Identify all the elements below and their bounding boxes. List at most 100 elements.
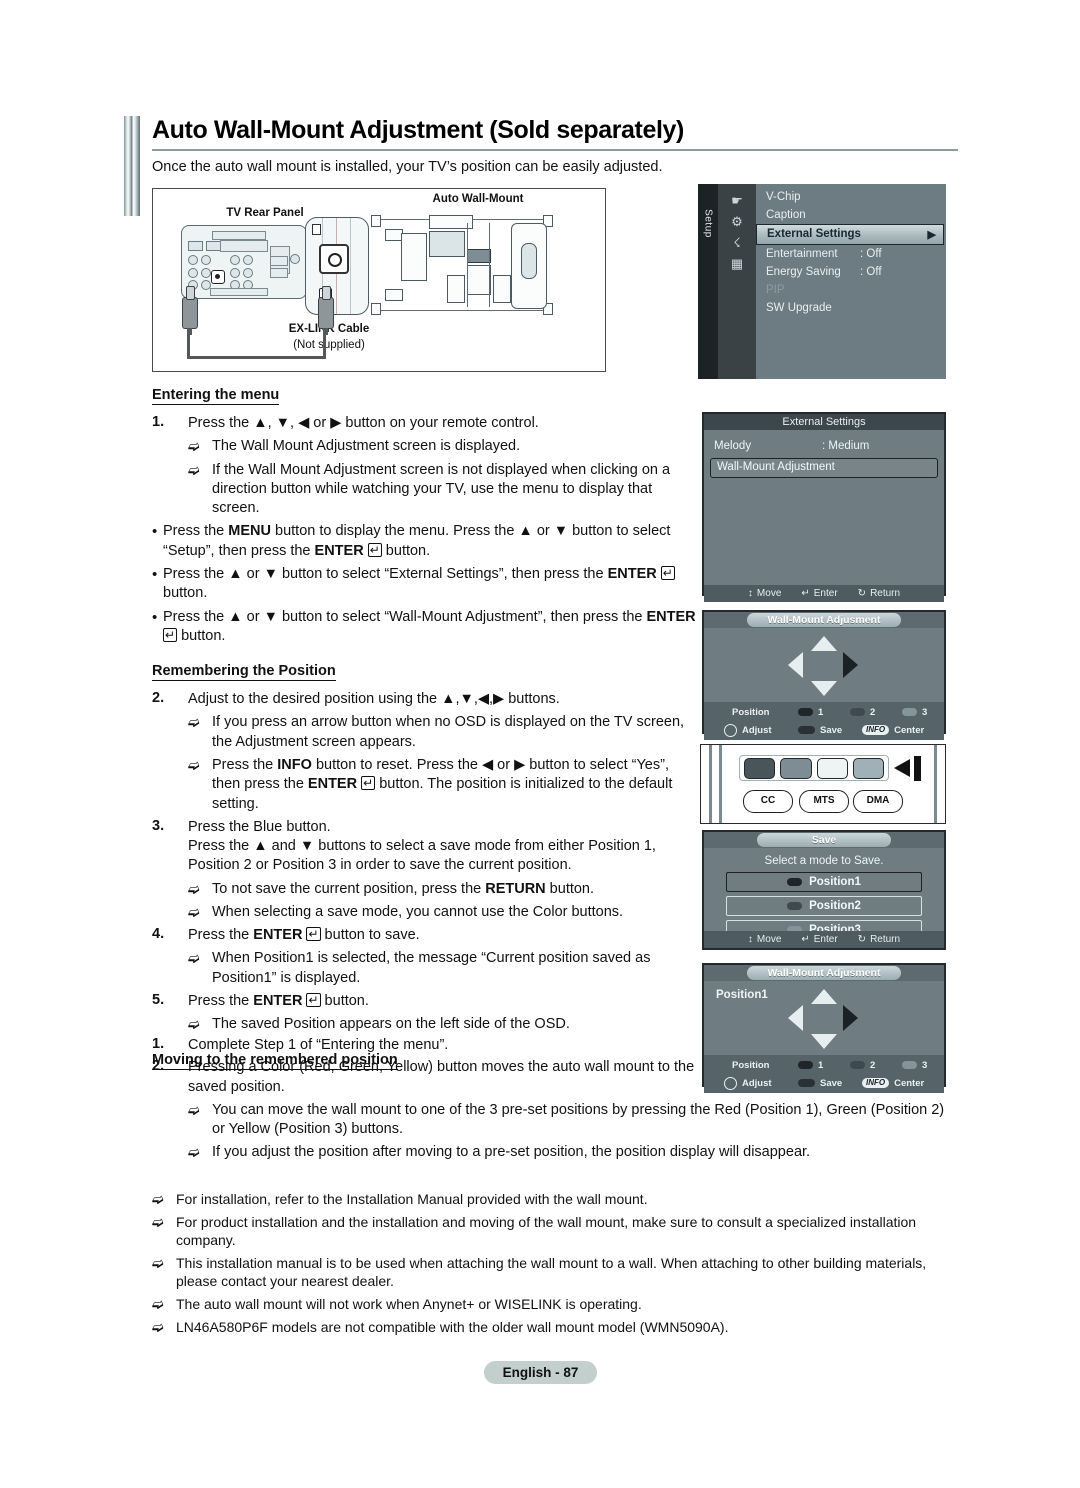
legend-position-2[interactable]: 2: [850, 707, 875, 718]
note-text: To not save the current position, press …: [212, 880, 595, 897]
green-color-button[interactable]: [780, 757, 812, 779]
legend-adjust: Adjust: [724, 723, 772, 737]
page-title: Auto Wall-Mount Adjustment (Sold separat…: [152, 116, 684, 144]
row-wall-mount-adjustment[interactable]: Wall-Mount Adjustment: [710, 458, 938, 478]
legend-position-1[interactable]: 1: [798, 707, 823, 718]
legend-save[interactable]: Save: [798, 1078, 842, 1089]
legend-position-1[interactable]: 1: [798, 1060, 823, 1071]
note-text: If the Wall Mount Adjustment screen is n…: [212, 461, 671, 517]
dot-bullet-icon: •: [152, 608, 158, 626]
dpad-adjust-icon: [724, 723, 737, 737]
osd-legend: Position 1 2 3 Adjust Save INFO Center: [704, 1055, 944, 1093]
note-item: ➫ LN46A580P6F models are not compatible …: [152, 1318, 964, 1337]
ex-link-cable-sublabel: (Not supplied): [293, 339, 365, 351]
legend-position-3[interactable]: 3: [902, 707, 927, 718]
arrow-bullet-icon: ➫: [188, 1101, 200, 1118]
osd-footer: ↕ Move ↵ Enter ↻ Return: [704, 931, 944, 948]
menu-item-caption[interactable]: Caption: [756, 206, 946, 224]
cc-button[interactable]: CC: [743, 790, 793, 813]
dma-button[interactable]: DMA: [853, 790, 903, 813]
heading-remembering-the-position: Remembering the Position: [152, 663, 336, 682]
arrow-right-icon[interactable]: [843, 1005, 858, 1031]
step-number: 2.: [152, 690, 165, 707]
menu-item-sw-upgrade[interactable]: SW Upgrade: [756, 299, 946, 317]
arrow-down-icon[interactable]: [811, 1034, 837, 1049]
legend-position-3[interactable]: 3: [902, 1060, 927, 1071]
dot-bullet-icon: •: [152, 565, 158, 583]
save-option-position2[interactable]: Position2: [726, 896, 922, 916]
red-color-button[interactable]: [744, 757, 776, 779]
heading-entering-the-menu: Entering the menu: [152, 387, 280, 405]
info-button-icon: INFO: [862, 725, 890, 735]
arrow-down-icon[interactable]: [811, 681, 837, 696]
decorative-edge-bar: [124, 116, 140, 216]
arrow-right-icon[interactable]: [843, 652, 858, 678]
legend-center[interactable]: INFO Center: [862, 1078, 924, 1089]
menu-item-entertainment[interactable]: Entertainment : Off: [756, 245, 946, 263]
menu-item-label: External Settings: [767, 228, 861, 240]
ex-link-port-icon: [211, 270, 225, 284]
cable-segment-right: [323, 334, 326, 358]
legend-save[interactable]: Save: [798, 725, 842, 736]
page-number-badge: English - 87: [484, 1361, 597, 1384]
menu-item-external-settings[interactable]: External Settings ▶: [756, 224, 944, 245]
note-text: This installation manual is to be used w…: [176, 1254, 927, 1290]
dpad-graphic: Position1: [704, 981, 944, 1055]
wall-mount-plate-graphic: [305, 217, 369, 315]
step-text-line-1: Press the Blue button.: [188, 818, 331, 835]
bullet-item: • Press the ▲ or ▼ button to select “Wal…: [152, 608, 698, 647]
legend-position-3-label: 3: [922, 706, 928, 718]
arrow-bullet-icon: ➫: [188, 714, 200, 731]
step-1-entering: 1. Press the ▲, ▼, ◀ or ▶ button on your…: [152, 414, 698, 433]
osd-title: Wall-Mount Adjusment: [747, 613, 901, 627]
legend-row-actions: Adjust Save INFO Center: [704, 1074, 944, 1092]
cable-plug-right: [318, 286, 334, 335]
legend-row-position: Position 1 2 3: [704, 703, 944, 721]
menu-item-value: : Off: [860, 248, 882, 260]
bullet-item: • Press the MENU button to display the m…: [152, 522, 698, 561]
footer-return-label: Return: [870, 934, 901, 945]
enter-icon: ↵: [801, 934, 810, 945]
footer-move: ↕ Move: [748, 588, 781, 599]
step-4-remembering: 4. Press the ENTER ↵ button to save.: [152, 926, 698, 945]
bullet-text: Press the MENU button to display the men…: [163, 523, 671, 559]
arrow-left-icon[interactable]: [788, 1005, 803, 1031]
arrow-left-icon[interactable]: [788, 652, 803, 678]
note-item: ➫ The auto wall mount will not work when…: [152, 1295, 964, 1314]
footer-enter: ↵ Enter: [801, 934, 837, 945]
menu-item-v-chip[interactable]: V-Chip: [756, 188, 946, 206]
step-text-line-2: Press the ▲ and ▼ buttons to select a sa…: [188, 838, 656, 874]
remote-hand-icon: ☛: [731, 193, 743, 208]
yellow-color-button[interactable]: [816, 757, 848, 779]
note-item: ➫ When selecting a save mode, you cannot…: [188, 903, 698, 922]
menu-item-energy-saving[interactable]: Energy Saving : Off: [756, 263, 946, 281]
legend-row-position: Position 1 2 3: [704, 1056, 944, 1074]
note-text: If you press an arrow button when no OSD…: [212, 714, 685, 750]
row-melody[interactable]: Melody : Medium: [704, 436, 944, 456]
wall-mount-hub-icon: [319, 244, 349, 274]
return-icon: ↻: [857, 934, 867, 945]
gear-icon: ⚙: [731, 214, 743, 229]
legend-row-actions: Adjust Save INFO Center: [704, 721, 944, 739]
arrow-bullet-icon: ➫: [188, 1144, 200, 1161]
menu-item-pip: PIP: [756, 281, 946, 299]
legend-center[interactable]: INFO Center: [862, 725, 924, 736]
arrow-up-icon[interactable]: [811, 989, 837, 1004]
arrow-up-icon[interactable]: [811, 636, 837, 651]
save-option-position1[interactable]: Position1: [726, 872, 922, 892]
mts-button[interactable]: MTS: [799, 790, 849, 813]
step-5-remembering: 5. Press the ENTER ↵ button.: [152, 992, 698, 1011]
setup-tab[interactable]: Setup: [698, 184, 718, 379]
osd-save-dialog: Save Select a mode to Save. Position1 Po…: [702, 830, 946, 950]
arrow-bullet-icon: ➫: [188, 461, 200, 478]
step-number: 5.: [152, 992, 165, 1009]
return-icon: ↻: [857, 588, 867, 599]
footer-move-label: Move: [756, 588, 782, 599]
yellow-button-icon: [902, 1061, 917, 1069]
note-item: ➫ The Wall Mount Adjustment screen is di…: [188, 437, 698, 456]
legend-position-2[interactable]: 2: [850, 1060, 875, 1071]
remote-rail-left: [709, 745, 712, 823]
osd-wall-mount-adjustment-2: Wall-Mount Adjusment Position1 Position …: [702, 963, 946, 1093]
note-item: ➫ For installation, refer to the Install…: [152, 1190, 964, 1209]
blue-color-button[interactable]: [852, 757, 884, 779]
